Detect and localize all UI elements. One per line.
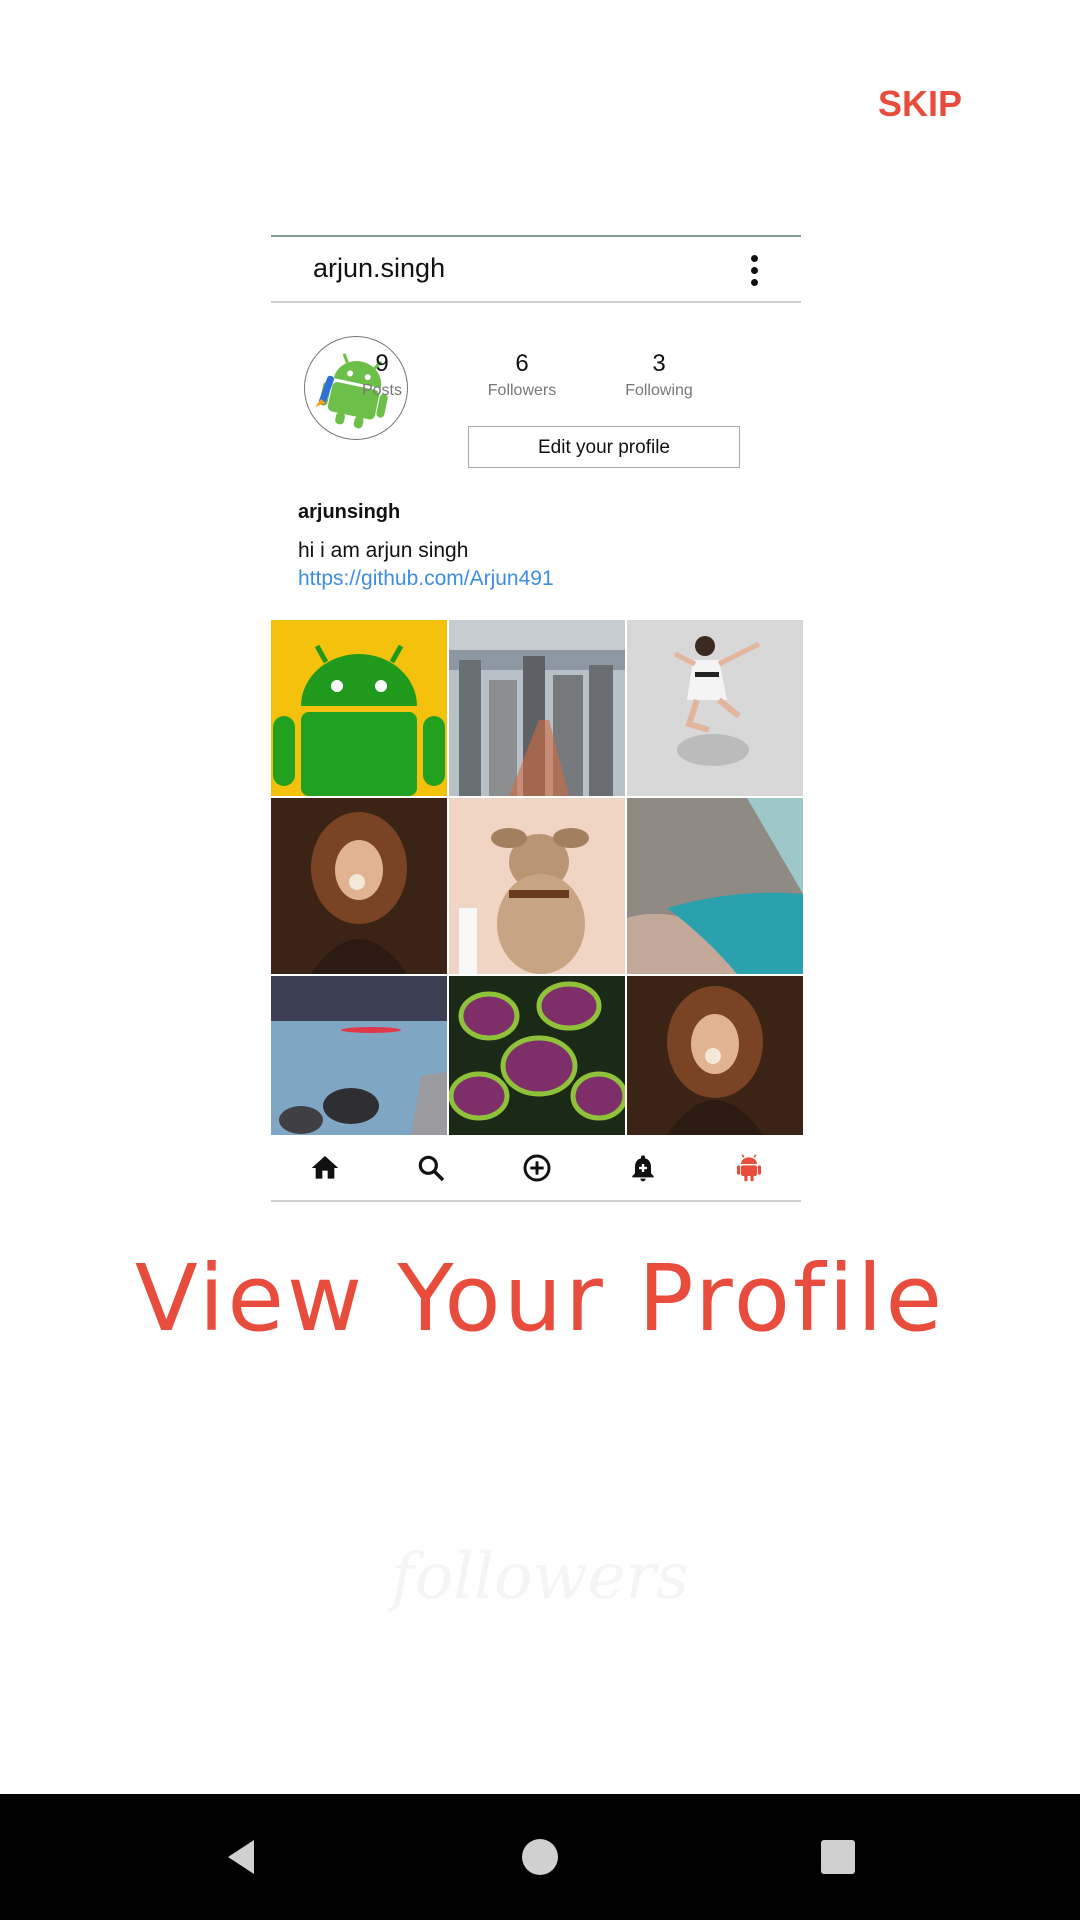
profile-screenshot-preview: arjun.singh 9 Posts 6 Followers 3 Follow… [271, 235, 803, 1202]
add-circle-icon [523, 1154, 551, 1182]
background-watermark-text: followers [391, 1540, 689, 1614]
posts-grid [271, 620, 803, 1135]
bio-name: arjunsingh [298, 501, 401, 523]
bio-link: https://github.com/Arjun491 [298, 567, 554, 590]
bio-text: hi i am arjun singh [298, 539, 469, 562]
posts-label: Posts [361, 382, 402, 399]
home-circle-icon[interactable] [517, 1834, 563, 1880]
beach-cliff-photo [627, 798, 803, 974]
back-icon[interactable] [218, 1834, 264, 1880]
home-icon [311, 1156, 339, 1179]
recents-icon[interactable] [815, 1834, 861, 1880]
following-label: Following [625, 382, 693, 399]
city-skyline-photo [449, 620, 625, 796]
more-vert-icon [749, 255, 761, 289]
followers-label: Followers [487, 382, 557, 399]
woman-dandelion-photo [627, 976, 803, 1135]
sunset-sea-rocks-photo [271, 976, 447, 1135]
stat-followers: 6 Followers [467, 350, 577, 400]
profile-toolbar: arjun.singh [271, 237, 801, 303]
dancer-jumping-photo [627, 620, 803, 796]
posts-count: 9 [375, 350, 389, 377]
woman-dandelion-photo [271, 798, 447, 974]
search-icon [418, 1155, 445, 1182]
edit-profile-button: Edit your profile [468, 426, 740, 468]
stat-following: 3 Following [604, 350, 714, 400]
onboarding-title: View Your Profile [134, 1245, 946, 1352]
bottom-navigation [271, 1138, 801, 1202]
stat-posts: 9 Posts [327, 350, 437, 400]
following-count: 3 [652, 350, 666, 377]
system-navigation-bar [0, 1794, 1080, 1920]
followers-count: 6 [515, 350, 529, 377]
skip-button[interactable]: SKIP [870, 80, 970, 128]
toolbar-username: arjun.singh [313, 253, 446, 283]
dog-photo [449, 798, 625, 974]
android-robot-photo [271, 620, 447, 796]
coleus-leaves-photo [449, 976, 625, 1135]
android-profile-icon [737, 1154, 761, 1182]
notification-add-icon [632, 1155, 654, 1182]
